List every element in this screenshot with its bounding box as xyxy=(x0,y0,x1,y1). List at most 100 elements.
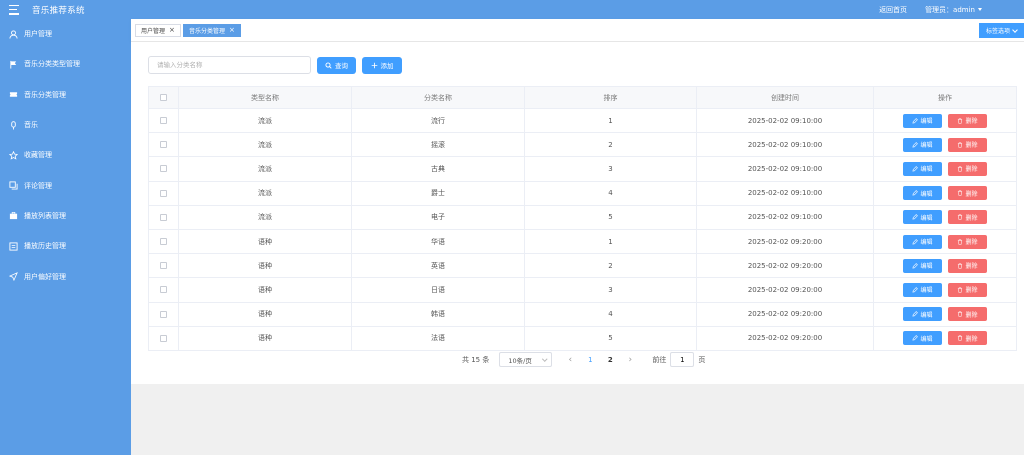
home-link[interactable]: 返回首页 xyxy=(879,5,907,15)
sidebar-item-music[interactable]: 音乐 xyxy=(0,110,131,140)
table-row: 语种 英语 2 2025-02-02 09:20:00 编辑 删除 xyxy=(148,253,1017,279)
category-name-cell: 华语 xyxy=(351,229,525,255)
page-number-1[interactable]: 1 xyxy=(580,356,600,364)
delete-button[interactable]: 删除 xyxy=(948,113,987,128)
sidebar-item-categories[interactable]: 音乐分类管理 xyxy=(0,80,131,110)
row-select-cell xyxy=(148,108,179,134)
row-select-cell xyxy=(148,132,179,158)
sort-cell: 2 xyxy=(524,253,697,279)
sidebar-item-label: 音乐分类管理 xyxy=(24,90,66,99)
user-icon xyxy=(9,30,18,39)
select-all-checkbox[interactable] xyxy=(160,94,167,101)
type-name-cell: 语种 xyxy=(178,326,352,351)
user-menu[interactable]: 管理员：admin xyxy=(925,5,982,15)
close-icon[interactable]: × xyxy=(169,27,175,34)
row-checkbox[interactable] xyxy=(160,286,167,294)
delete-button[interactable]: 删除 xyxy=(948,161,987,176)
row-checkbox[interactable] xyxy=(160,262,167,270)
page-size-value: 10条/页 xyxy=(508,356,532,365)
edit-button[interactable]: 编辑 xyxy=(903,210,942,225)
sidebar-item-label: 播放列表管理 xyxy=(24,211,66,220)
table-row: 语种 华语 1 2025-02-02 09:20:00 编辑 删除 xyxy=(148,229,1017,255)
close-icon[interactable]: × xyxy=(229,27,235,34)
edit-button[interactable]: 编辑 xyxy=(903,113,942,128)
table-row: 流派 电子 5 2025-02-02 09:10:00 编辑 删除 xyxy=(148,205,1017,230)
sort-cell: 2 xyxy=(524,132,697,158)
tab-options-button[interactable]: 标签选项 xyxy=(979,23,1024,38)
tab-label: 用户管理 xyxy=(141,28,166,35)
sidebar-item-users[interactable]: 用户管理 xyxy=(0,19,131,49)
add-button[interactable]: 添加 xyxy=(362,56,402,74)
column-header: 排序 xyxy=(524,86,697,109)
tab-categories[interactable]: 音乐分类管理 × xyxy=(183,24,241,37)
sidebar-item-preferences[interactable]: 用户偏好管理 xyxy=(0,261,131,291)
goto-page-input[interactable] xyxy=(670,352,695,367)
row-checkbox[interactable] xyxy=(160,165,167,173)
delete-button[interactable]: 删除 xyxy=(948,307,987,322)
row-checkbox[interactable] xyxy=(160,310,167,318)
delete-button[interactable]: 删除 xyxy=(948,137,987,152)
sort-cell: 1 xyxy=(524,229,697,255)
page-number-2[interactable]: 2 xyxy=(600,356,620,364)
actions-cell: 编辑 删除 xyxy=(873,108,1017,134)
type-name-cell: 流派 xyxy=(178,108,352,134)
created-time-cell: 2025-02-02 09:20:00 xyxy=(696,326,874,351)
sidebar-item-playlists[interactable]: 播放列表管理 xyxy=(0,201,131,231)
row-checkbox[interactable] xyxy=(160,189,167,197)
table-row: 流派 爵士 4 2025-02-02 09:10:00 编辑 删除 xyxy=(148,181,1017,206)
sidebar-item-category-types[interactable]: 音乐分类类型管理 xyxy=(0,49,131,79)
edit-label: 编辑 xyxy=(920,166,933,174)
row-select-cell xyxy=(148,253,179,279)
category-name-cell: 摇滚 xyxy=(351,132,525,158)
edit-button[interactable]: 编辑 xyxy=(903,258,942,273)
column-header: 创建时间 xyxy=(696,86,874,109)
row-checkbox[interactable] xyxy=(160,117,167,125)
delete-button[interactable]: 删除 xyxy=(948,186,987,201)
search-row: 查询 添加 xyxy=(148,56,402,74)
send-icon xyxy=(9,272,18,282)
query-label: 查询 xyxy=(335,62,348,70)
search-input[interactable] xyxy=(148,56,311,74)
category-name-cell: 法语 xyxy=(351,326,525,351)
delete-button[interactable]: 删除 xyxy=(948,258,987,273)
sidebar-item-comments[interactable]: 评论管理 xyxy=(0,170,131,200)
edit-button[interactable]: 编辑 xyxy=(903,161,942,176)
row-checkbox[interactable] xyxy=(160,238,167,246)
row-checkbox[interactable] xyxy=(160,141,167,149)
sort-cell: 1 xyxy=(524,108,697,134)
type-name-cell: 语种 xyxy=(178,277,352,303)
edit-button[interactable]: 编辑 xyxy=(903,282,942,297)
trash-icon xyxy=(958,263,963,269)
edit-icon xyxy=(913,166,919,172)
sidebar-item-favorites[interactable]: 收藏管理 xyxy=(0,140,131,170)
next-page-icon[interactable]: › xyxy=(620,355,640,365)
sidebar-item-label: 评论管理 xyxy=(24,181,52,190)
prev-page-icon[interactable]: ‹ xyxy=(560,355,580,365)
edit-icon xyxy=(913,214,919,220)
edit-button[interactable]: 编辑 xyxy=(903,186,942,201)
menu-toggle-icon[interactable] xyxy=(9,4,23,15)
edit-button[interactable]: 编辑 xyxy=(903,331,942,346)
star-icon xyxy=(9,150,18,160)
query-button[interactable]: 查询 xyxy=(317,56,356,74)
delete-button[interactable]: 删除 xyxy=(948,234,987,249)
row-checkbox[interactable] xyxy=(160,213,167,221)
delete-button[interactable]: 删除 xyxy=(948,210,987,225)
edit-label: 编辑 xyxy=(920,287,933,295)
delete-button[interactable]: 删除 xyxy=(948,282,987,297)
delete-label: 删除 xyxy=(965,287,978,295)
delete-button[interactable]: 删除 xyxy=(948,331,987,346)
tab-users[interactable]: 用户管理 × xyxy=(135,24,181,37)
sidebar-item-history[interactable]: 播放历史管理 xyxy=(0,231,131,261)
row-select-cell xyxy=(148,156,179,182)
delete-label: 删除 xyxy=(965,166,978,174)
row-checkbox[interactable] xyxy=(160,334,167,342)
edit-button[interactable]: 编辑 xyxy=(903,307,942,322)
type-name-cell: 流派 xyxy=(178,181,352,206)
category-name-cell: 韩语 xyxy=(351,302,525,327)
trash-icon xyxy=(958,238,963,245)
edit-button[interactable]: 编辑 xyxy=(903,234,942,249)
edit-button[interactable]: 编辑 xyxy=(903,137,942,152)
page-size-select[interactable]: 10条/页 xyxy=(499,352,553,367)
copy-icon xyxy=(9,181,18,190)
